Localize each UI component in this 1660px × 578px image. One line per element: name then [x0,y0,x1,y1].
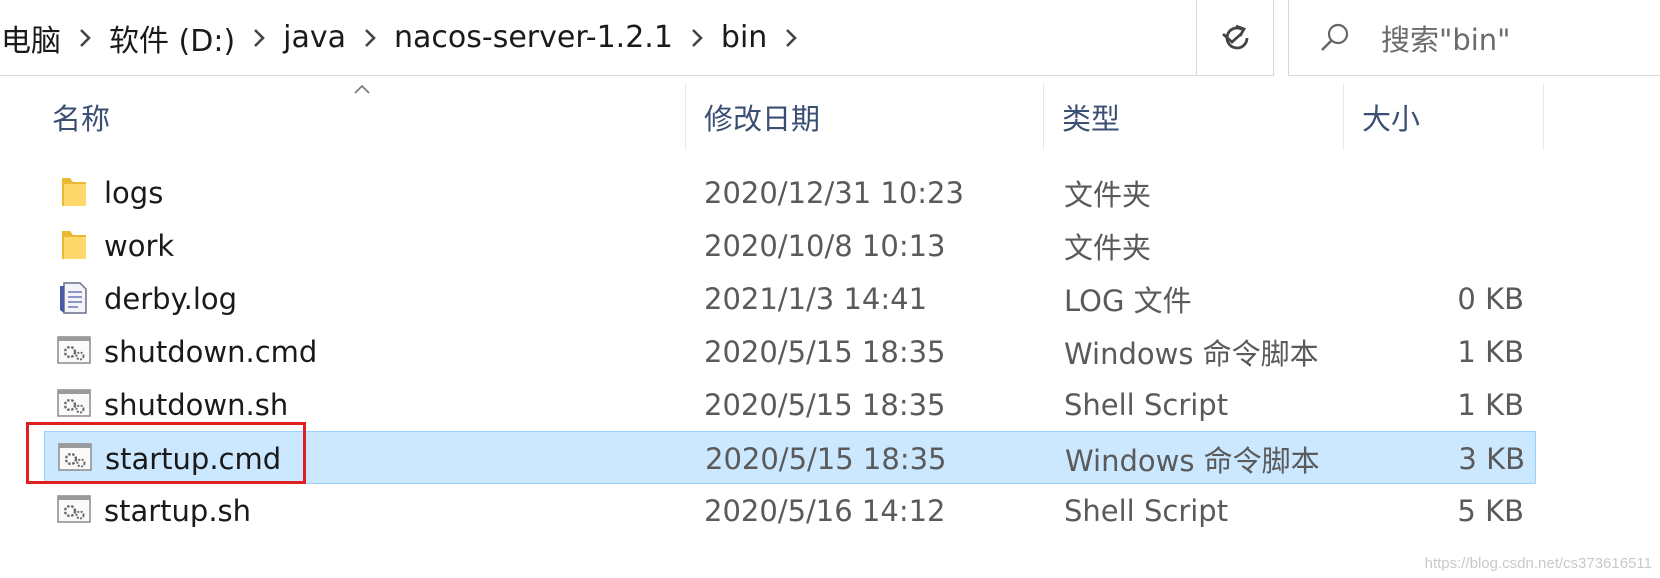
text-file-icon [60,282,87,314]
chevron-right-icon[interactable] [348,0,392,75]
file-row[interactable]: derby.log 2021/1/3 14:41 LOG 文件 0 KB [44,272,1536,325]
file-type: 文件夹 [1064,230,1152,265]
column-header-date[interactable]: 修改日期 [686,84,1044,150]
file-date: 2020/5/15 18:35 [704,334,946,369]
folder-icon [62,231,86,259]
chevron-right-icon[interactable] [769,0,813,75]
script-file-icon [57,495,91,523]
file-row[interactable]: shutdown.cmd 2020/5/15 18:35 Windows 命令脚… [44,325,1536,378]
file-date: 2020/10/8 10:13 [704,228,946,263]
file-type: Shell Script [1064,387,1229,422]
file-date: 2020/5/16 14:12 [704,493,946,528]
toolbar: 电脑 软件 (D:) java nacos-server-1.2.1 bin 搜… [0,0,1660,78]
file-size: 0 KB [1457,281,1524,316]
file-date: 2020/5/15 18:35 [705,441,947,476]
file-type: 文件夹 [1064,177,1152,212]
breadcrumb-item-computer[interactable]: 电脑 [0,16,63,60]
file-type: LOG 文件 [1064,283,1192,318]
chevron-right-icon[interactable] [63,0,107,75]
file-name: derby.log [104,281,238,316]
file-row-selected[interactable]: startup.cmd 2020/5/15 18:35 Windows 命令脚本… [44,431,1536,484]
file-date: 2020/5/15 18:35 [704,387,946,422]
file-row[interactable]: startup.sh 2020/5/16 14:12 Shell Script … [44,484,1536,537]
file-name: work [104,228,175,263]
search-icon [1289,21,1381,55]
file-row[interactable]: logs 2020/12/31 10:23 文件夹 [44,166,1536,219]
breadcrumb-item-nacos[interactable]: nacos-server-1.2.1 [392,20,675,55]
folder-icon [62,178,86,206]
breadcrumb: 电脑 软件 (D:) java nacos-server-1.2.1 bin [0,0,1191,75]
file-size: 1 KB [1457,334,1524,369]
file-size: 5 KB [1457,493,1524,528]
refresh-icon [1225,24,1248,50]
column-header-row: 名称 修改日期 类型 大小 [0,84,1660,150]
search-input[interactable]: 搜索"bin" [1381,17,1511,59]
breadcrumb-item-drive[interactable]: 软件 (D:) [107,16,237,60]
file-row[interactable]: shutdown.sh 2020/5/15 18:35 Shell Script… [44,378,1536,431]
chevron-right-icon[interactable] [237,0,281,75]
file-date: 2020/12/31 10:23 [704,175,964,210]
breadcrumb-item-bin[interactable]: bin [719,20,769,55]
file-name: logs [104,175,164,210]
search-box[interactable]: 搜索"bin" [1288,0,1660,76]
file-size: 3 KB [1458,441,1525,476]
script-file-icon [57,389,91,417]
chevron-right-icon[interactable] [675,0,719,75]
file-name: startup.sh [104,493,252,528]
file-size [1344,219,1524,272]
column-header-type[interactable]: 类型 [1044,84,1344,150]
file-name: shutdown.cmd [104,334,318,369]
file-size [1344,166,1524,219]
script-file-icon [58,443,92,471]
file-size: 1 KB [1457,387,1524,422]
refresh-button[interactable] [1196,0,1276,76]
breadcrumb-item-java[interactable]: java [281,20,348,55]
file-name: shutdown.sh [104,387,289,422]
watermark: https://blog.csdn.net/cs373616511 [1424,555,1652,572]
file-type: Shell Script [1064,493,1229,528]
file-name: startup.cmd [105,441,282,476]
file-type: Windows 命令脚本 [1064,336,1319,371]
column-header-name[interactable]: 名称 [34,84,686,150]
file-type: Windows 命令脚本 [1065,443,1320,478]
file-date: 2021/1/3 14:41 [704,281,928,316]
column-header-size[interactable]: 大小 [1344,84,1544,150]
script-file-icon [57,336,91,364]
file-row[interactable]: work 2020/10/8 10:13 文件夹 [44,219,1536,272]
address-bar[interactable]: 电脑 软件 (D:) java nacos-server-1.2.1 bin [0,0,1274,76]
